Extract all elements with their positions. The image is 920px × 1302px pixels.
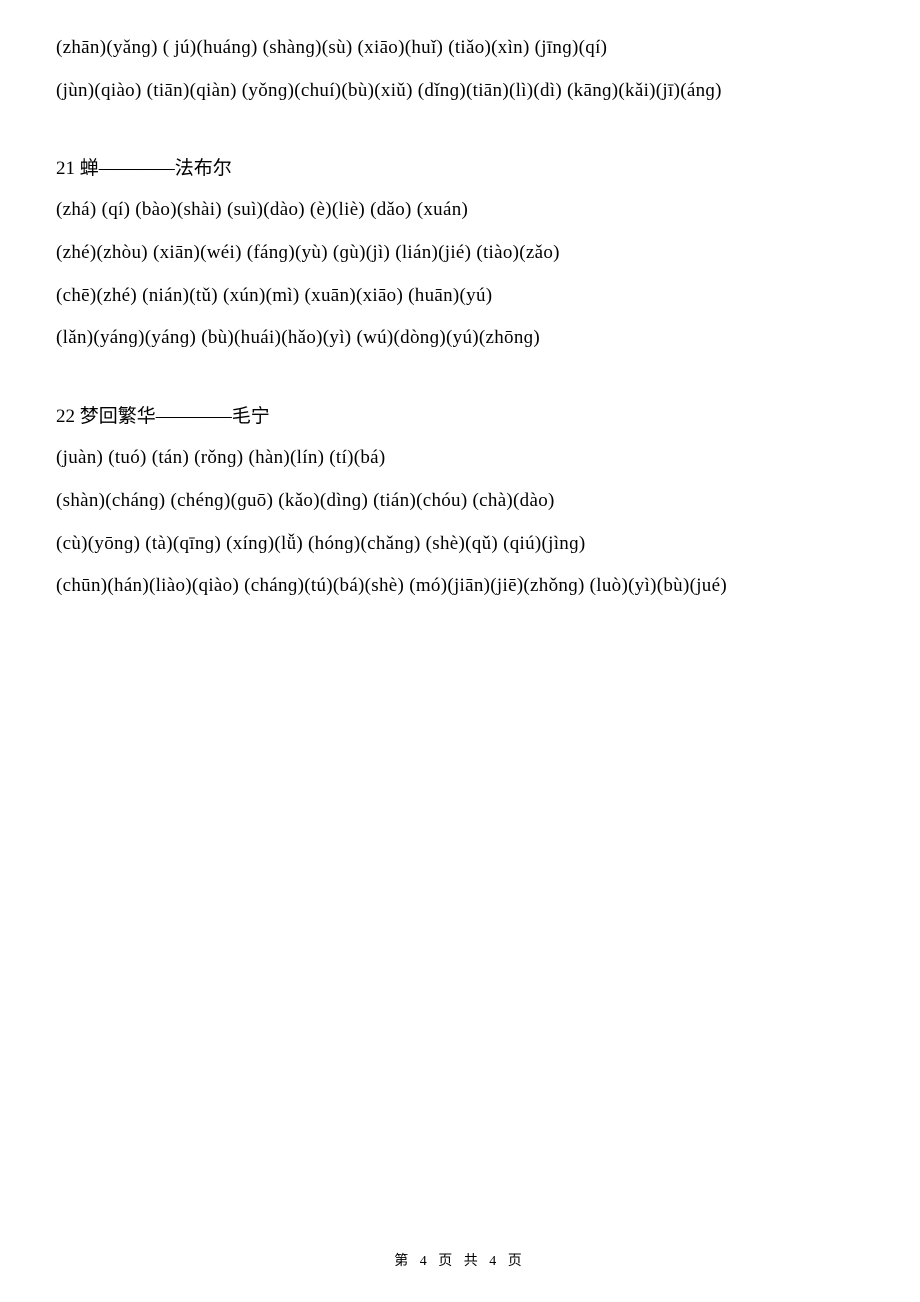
spacer [56, 121, 864, 153]
section-21-line-1: (zhá) (qí) (bào)(shài) (suì)(dào) (è)(li… [56, 198, 864, 223]
top-line-1: (zhān)(yǎnɡ) ( jú)(huánɡ) (shànɡ)(sù) (x… [56, 36, 864, 61]
section-21-line-4: (lǎn)(yánɡ)(yánɡ) (bù)(huái)(hǎo)(yì) (w… [56, 326, 864, 351]
section-22-line-3: (cù)(yōnɡ) (tà)(qīnɡ) (xínɡ)(lǚ) (hónɡ)(… [56, 532, 864, 557]
section-22-line-4: (chūn)(hán)(liào)(qiào) (chánɡ)(tú)(bá)(… [56, 574, 864, 599]
top-line-2: (jùn)(qiào) (tiān)(qiàn) (yǒnɡ)(chuí)(bù… [56, 79, 864, 104]
section-22-line-1: (juàn) (tuó) (tán) (rǒnɡ) (hàn)(lín) (tí… [56, 446, 864, 471]
section-21-line-3: (chē)(zhé) (nián)(tǔ) (xún)(mì) (xuān)(x… [56, 284, 864, 309]
section-22-heading: 22 梦回繁华————毛宁 [56, 401, 864, 428]
section-22-line-2: (shàn)(chánɡ) (chénɡ)(ɡuō) (kǎo)(dìnɡ) (… [56, 489, 864, 514]
spacer [56, 369, 864, 401]
section-21-line-2: (zhé)(zhòu) (xiān)(wéi) (fánɡ)(yù) (ɡù)(… [56, 241, 864, 266]
section-21-heading: 21 蝉————法布尔 [56, 153, 864, 180]
page-footer: 第 4 页 共 4 页 [0, 1250, 920, 1270]
page: (zhān)(yǎnɡ) ( jú)(huánɡ) (shànɡ)(sù) (x… [0, 0, 920, 1302]
